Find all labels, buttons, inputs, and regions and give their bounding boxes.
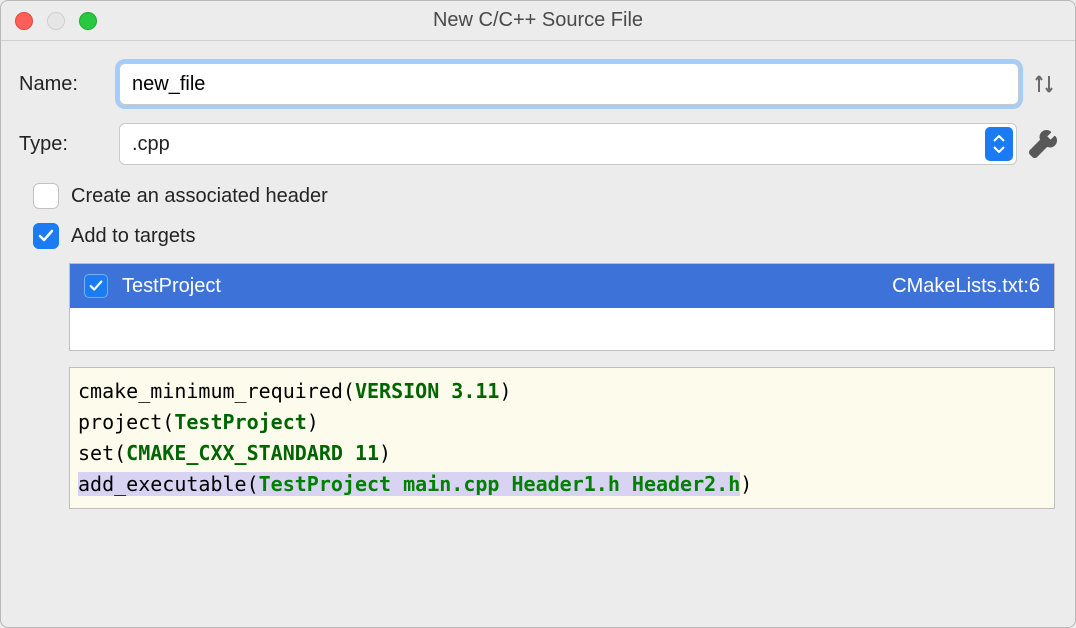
target-checkbox[interactable] [84, 274, 108, 298]
window-title: New C/C++ Source File [1, 9, 1075, 32]
create-header-label: Create an associated header [71, 185, 328, 208]
type-select[interactable]: .cpp [119, 123, 1017, 165]
code-preview: cmake_minimum_required(VERSION 3.11) pro… [69, 367, 1055, 509]
code-line-2: project(TestProject) [74, 407, 1050, 438]
close-window-button[interactable] [15, 12, 33, 30]
name-input[interactable] [119, 63, 1019, 105]
target-name: TestProject [122, 275, 221, 298]
sort-toggle-icon[interactable] [1031, 69, 1057, 99]
type-label: Type: [19, 133, 119, 156]
target-empty-row [70, 308, 1054, 350]
type-value: .cpp [132, 133, 170, 156]
add-to-targets-checkbox[interactable] [33, 223, 59, 249]
code-line-1: cmake_minimum_required(VERSION 3.11) [74, 376, 1050, 407]
settings-icon[interactable] [1029, 130, 1057, 158]
content-area: Name: Type: .cpp [1, 41, 1075, 509]
name-row: Name: [19, 63, 1057, 105]
target-source: CMakeLists.txt:6 [892, 275, 1040, 298]
minimize-window-button[interactable] [47, 12, 65, 30]
code-line-6: add_executable(TestProject main.cpp Head… [74, 469, 1050, 500]
name-label: Name: [19, 73, 119, 96]
window-controls [15, 12, 97, 30]
targets-list: TestProject CMakeLists.txt:6 [69, 263, 1055, 351]
add-to-targets-row[interactable]: Add to targets [19, 223, 1057, 249]
titlebar: New C/C++ Source File [1, 1, 1075, 41]
target-row[interactable]: TestProject CMakeLists.txt:6 [70, 264, 1054, 308]
create-header-row[interactable]: Create an associated header [19, 183, 1057, 209]
code-line-4: set(CMAKE_CXX_STANDARD 11) [74, 438, 1050, 469]
create-header-checkbox[interactable] [33, 183, 59, 209]
type-row: Type: .cpp [19, 123, 1057, 165]
dialog-window: New C/C++ Source File Name: Type: .cpp [0, 0, 1076, 628]
chevron-updown-icon [985, 127, 1013, 161]
zoom-window-button[interactable] [79, 12, 97, 30]
add-to-targets-label: Add to targets [71, 225, 196, 248]
